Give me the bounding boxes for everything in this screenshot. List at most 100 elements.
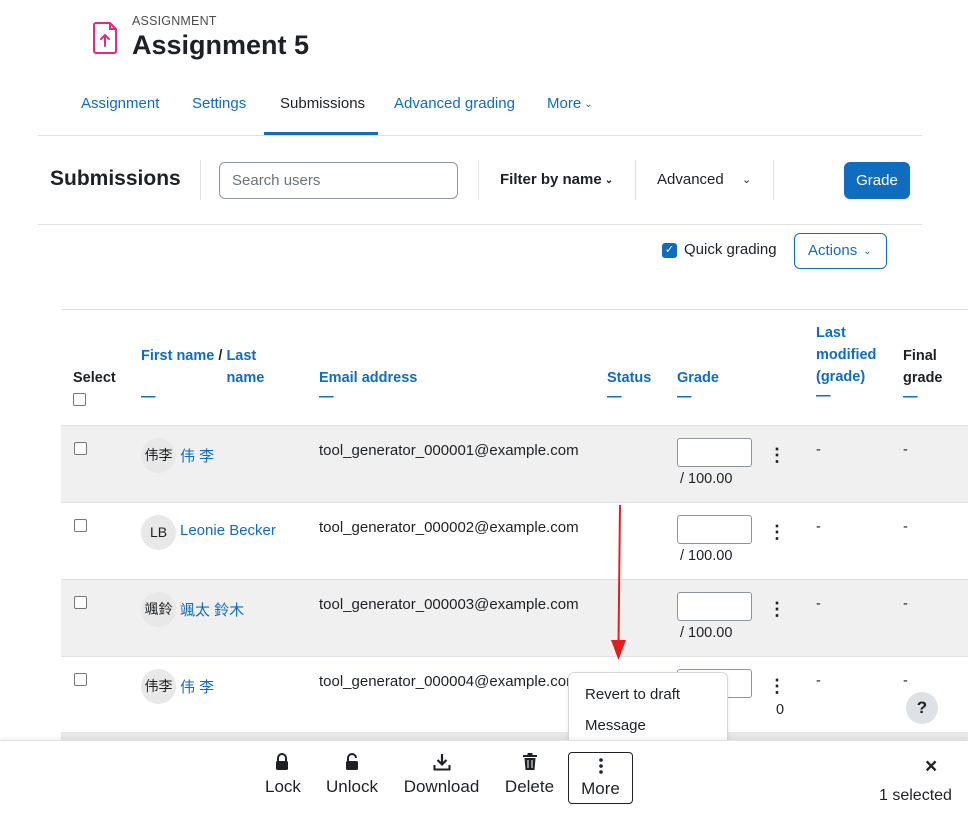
kebab-icon — [598, 758, 603, 774]
sort-first-name-link[interactable]: First name — [141, 348, 214, 364]
final-grade-label: Final grade — [903, 348, 943, 386]
final-grade-cell: - — [903, 442, 908, 458]
sort-indicator: — — [903, 389, 918, 405]
grade-input[interactable] — [677, 515, 752, 544]
actions-button[interactable]: Actions ⌄ — [794, 233, 887, 269]
advanced-filter-button[interactable]: Advanced — [657, 171, 724, 188]
email-cell: tool_generator_000001@example.com — [319, 442, 579, 459]
row-actions-kebab-icon[interactable]: ⋮ — [768, 600, 786, 620]
quick-grading-checkbox[interactable]: ✓ — [662, 243, 677, 258]
download-icon — [433, 754, 450, 771]
column-header-final-grade: Final grade — — [903, 345, 953, 405]
email-cell: tool_generator_000002@example.com — [319, 519, 579, 536]
annotation-arrow-icon — [600, 500, 640, 665]
sort-status-link[interactable]: Status — [607, 370, 651, 386]
column-header-email: Email address — — [319, 367, 417, 405]
divider — [773, 160, 774, 200]
row-select-checkbox[interactable] — [74, 673, 87, 686]
row-select-checkbox[interactable] — [74, 596, 87, 609]
final-grade-cell: - — [903, 673, 908, 689]
grade-input[interactable] — [677, 592, 752, 621]
filter-by-name-label: Filter by name — [500, 171, 602, 188]
sort-last-name-link[interactable]: Last name — [226, 345, 266, 389]
help-button[interactable]: ? — [906, 692, 938, 724]
message-menu-item[interactable]: Message — [585, 717, 646, 734]
more-label: More — [581, 779, 620, 798]
chevron-down-icon: ⌄ — [604, 175, 614, 186]
chevron-down-icon[interactable]: ⌄ — [742, 173, 751, 186]
sort-grade-link[interactable]: Grade — [677, 370, 719, 386]
user-name-link[interactable]: 伟 李 — [180, 445, 214, 466]
sort-indicator: — — [816, 388, 831, 404]
sort-indicator: — — [677, 389, 692, 405]
user-name-link[interactable]: 颯太 鈴木 — [180, 599, 244, 620]
lock-icon — [276, 753, 288, 770]
sort-indicator: — — [607, 389, 622, 405]
table-row: 伟李 伟 李 tool_generator_000004@example.com… — [61, 656, 968, 732]
last-modified-cell: - — [816, 442, 821, 458]
avatar: 颯鈴 — [141, 592, 176, 627]
row-actions-kebab-icon[interactable]: ⋮ — [768, 677, 786, 697]
download-label: Download — [403, 777, 480, 796]
final-grade-cell: - — [903, 596, 908, 612]
lock-button[interactable]: Lock — [265, 753, 301, 797]
delete-label: Delete — [504, 777, 555, 796]
search-users-input[interactable] — [219, 162, 458, 199]
trash-icon — [522, 753, 537, 770]
download-button[interactable]: Download — [403, 753, 480, 797]
unlock-icon — [346, 753, 358, 770]
final-grade-cell: - — [903, 519, 908, 535]
close-icon[interactable]: × — [925, 755, 937, 779]
column-header-select: Select — [73, 370, 116, 386]
last-modified-cell: - — [816, 519, 821, 535]
last-modified-cell: - — [816, 596, 821, 612]
actions-label: Actions — [808, 242, 858, 259]
grade-input[interactable] — [677, 438, 752, 467]
sort-indicator: — — [319, 389, 334, 405]
filter-by-name-button[interactable]: Filter by name ⌄ — [500, 171, 613, 188]
quick-grading-label: Quick grading — [684, 241, 777, 258]
grade-max: / 100.00 — [680, 625, 733, 641]
sort-email-link[interactable]: Email address — [319, 370, 417, 386]
tab-advanced-grading[interactable]: Advanced grading — [394, 95, 515, 112]
sort-last-modified-link[interactable]: Last modified (grade) — [816, 325, 876, 385]
tab-submissions[interactable]: Submissions — [280, 95, 365, 112]
selected-count: 1 selected — [879, 787, 952, 804]
submissions-heading: Submissions — [50, 167, 181, 190]
table-top-border — [61, 309, 968, 310]
tab-more-label: More — [547, 95, 582, 112]
revert-to-draft-menu-item[interactable]: Revert to draft — [585, 686, 680, 703]
more-actions-dropdown: Revert to draft Message — [568, 672, 728, 749]
grade-max: / 100.00 — [680, 548, 733, 564]
tab-settings[interactable]: Settings — [192, 95, 246, 112]
user-name-link[interactable]: Leonie Becker — [180, 522, 276, 539]
avatar: 伟李 — [141, 438, 176, 473]
toolbar-divider — [38, 224, 922, 225]
unlock-button[interactable]: Unlock — [326, 753, 378, 797]
tab-assignment[interactable]: Assignment — [81, 95, 159, 112]
row-select-checkbox[interactable] — [74, 519, 87, 532]
page-title: Assignment 5 — [132, 30, 310, 60]
tab-more[interactable]: More ⌄ — [547, 95, 593, 112]
activity-type-label: ASSIGNMENT — [132, 14, 217, 28]
row-actions-kebab-icon[interactable]: ⋮ — [768, 523, 786, 543]
row-actions-kebab-icon[interactable]: ⋮ — [768, 446, 786, 466]
row-select-checkbox[interactable] — [74, 442, 87, 455]
table-row: LB Leonie Becker tool_generator_000002@e… — [61, 502, 968, 579]
assignment-icon — [93, 20, 119, 54]
delete-button[interactable]: Delete — [504, 753, 555, 797]
last-modified-cell: - — [816, 673, 821, 689]
more-button[interactable]: More — [568, 752, 633, 804]
select-all-checkbox[interactable] — [73, 393, 86, 406]
column-header-grade: Grade — — [677, 367, 719, 405]
table-row: 颯鈴 颯太 鈴木 tool_generator_000003@example.c… — [61, 579, 968, 656]
unlock-label: Unlock — [326, 777, 378, 796]
grade-button[interactable]: Grade — [844, 162, 910, 199]
chevron-down-icon: ⌄ — [584, 99, 593, 110]
column-header-name: First name / Last name — — [141, 345, 266, 405]
grade-max: / 100.00 — [680, 471, 733, 487]
divider — [478, 160, 479, 200]
user-name-link[interactable]: 伟 李 — [180, 676, 214, 697]
avatar: 伟李 — [141, 669, 176, 704]
lock-label: Lock — [265, 777, 301, 796]
